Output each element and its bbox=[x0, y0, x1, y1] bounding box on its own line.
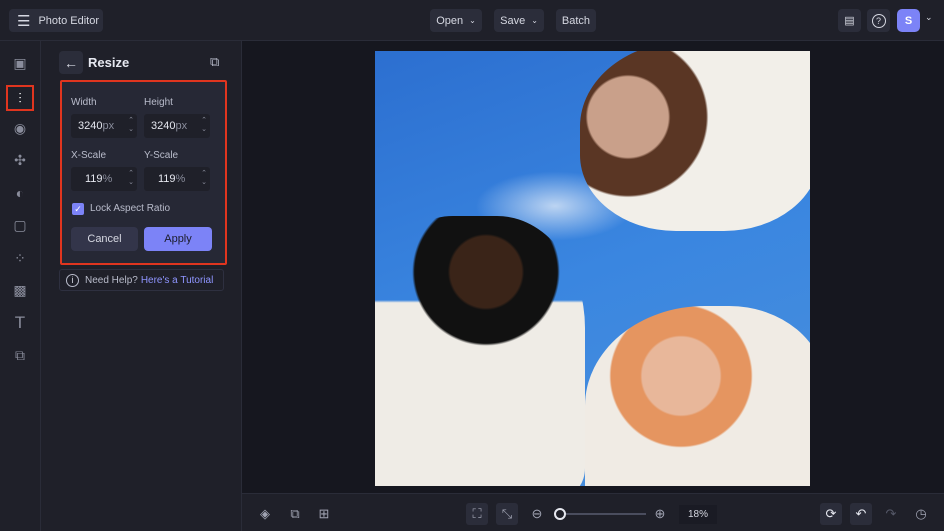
width-value: 3240 bbox=[78, 120, 103, 132]
yscale-label: Y-Scale bbox=[144, 150, 179, 161]
palette-icon[interactable]: ◐ bbox=[10, 183, 30, 203]
tool-rail: ▣ ⫶ ◉ ✣ ◐ ▢ ⁘ ▩ T ⧉ bbox=[0, 41, 41, 531]
unit: % bbox=[102, 173, 113, 185]
width-label: Width bbox=[71, 97, 97, 108]
save-label: Save bbox=[500, 14, 526, 27]
batch-button[interactable]: Batch bbox=[556, 9, 596, 32]
adjust-sliders-icon[interactable]: ⫶ bbox=[6, 85, 34, 111]
text-icon[interactable]: T bbox=[10, 313, 30, 333]
person-top-right bbox=[580, 51, 810, 231]
xscale-value: 119 bbox=[85, 173, 103, 185]
lock-aspect-checkbox[interactable]: ✓ bbox=[72, 203, 84, 215]
yscale-value: 119 bbox=[158, 173, 176, 185]
zoom-in-icon[interactable]: ⊕ bbox=[649, 503, 671, 525]
xscale-input[interactable]: 119% ⌃ ⌄ bbox=[71, 167, 137, 191]
xscale-label: X-Scale bbox=[71, 150, 107, 161]
person-bottom-right bbox=[585, 306, 810, 486]
height-label: Height bbox=[144, 97, 173, 108]
shrink-icon[interactable]: ⤡ bbox=[496, 503, 518, 525]
zoom-out-icon[interactable]: ⊖ bbox=[526, 503, 548, 525]
help-box: i Need Help? Here's a Tutorial bbox=[59, 269, 224, 291]
fit-screen-icon[interactable]: ⛶ bbox=[466, 503, 488, 525]
stepper-icon[interactable]: ⌃ ⌄ bbox=[128, 116, 134, 134]
arrow-left-icon: ← bbox=[64, 54, 78, 71]
app-title: Photo Editor bbox=[38, 14, 99, 27]
duplicate-icon[interactable]: ⧉ bbox=[284, 503, 306, 525]
history-icon[interactable]: ◷ bbox=[910, 503, 932, 525]
texture-icon[interactable]: ▩ bbox=[10, 280, 30, 300]
open-menu[interactable]: Open ⌄ bbox=[430, 9, 482, 32]
save-menu[interactable]: Save ⌄ bbox=[494, 9, 544, 32]
frame-icon[interactable]: ▢ bbox=[10, 215, 30, 235]
comment-icon: ▤ bbox=[844, 15, 855, 27]
redo-icon[interactable]: ↷ bbox=[880, 503, 902, 525]
layers-icon[interactable]: ◈ bbox=[254, 503, 276, 525]
panel-title: Resize bbox=[88, 55, 130, 70]
overlay-icon[interactable]: ⧉ bbox=[10, 345, 30, 365]
unit: px bbox=[102, 120, 115, 132]
effects-sparkle-icon[interactable]: ✣ bbox=[10, 150, 30, 170]
image-icon[interactable]: ▣ bbox=[10, 53, 30, 73]
eye-icon[interactable]: ◉ bbox=[10, 118, 30, 138]
help-icon: ? bbox=[871, 13, 886, 28]
hamburger-icon: ☰ bbox=[17, 12, 31, 30]
chevron-down-icon: ⌄ bbox=[469, 16, 476, 25]
cancel-button[interactable]: Cancel bbox=[71, 227, 138, 251]
unit: % bbox=[175, 173, 186, 185]
person-left bbox=[375, 216, 585, 486]
grid-icon[interactable]: ⊞ bbox=[313, 503, 335, 525]
yscale-input[interactable]: 119% ⌃ ⌄ bbox=[144, 167, 210, 191]
chevron-down-icon[interactable]: ⌄ bbox=[925, 12, 933, 23]
width-input[interactable]: 3240 px ⌃ ⌄ bbox=[71, 114, 137, 138]
height-value: 3240 bbox=[151, 120, 176, 132]
resize-form: Width Height 3240 px ⌃ ⌄ 3240 px ⌃ ⌄ X-Scale Y… bbox=[60, 80, 227, 265]
help-button[interactable]: ? bbox=[867, 9, 890, 32]
shapes-icon[interactable]: ⁘ bbox=[10, 248, 30, 268]
layers-copy-icon[interactable]: ⧉ bbox=[210, 54, 219, 70]
zoom-value[interactable]: 18% bbox=[679, 505, 717, 524]
help-text: Need Help? bbox=[85, 274, 138, 286]
undo-icon[interactable]: ↶ bbox=[850, 503, 872, 525]
apply-button[interactable]: Apply bbox=[144, 227, 212, 251]
stepper-icon[interactable]: ⌃ ⌄ bbox=[201, 116, 207, 134]
avatar[interactable]: S bbox=[897, 9, 920, 32]
canvas-area bbox=[242, 41, 944, 493]
reset-icon[interactable]: ⟳ bbox=[820, 503, 842, 525]
unit: px bbox=[175, 120, 188, 132]
open-label: Open bbox=[436, 14, 464, 27]
chevron-down-icon: ⌄ bbox=[531, 16, 538, 25]
bottom-toolbar: ◈ ⧉ ⊞ ⛶ ⤡ ⊖ ⊕ 18% ⟳ ↶ ↷ ◷ bbox=[242, 493, 944, 531]
batch-label: Batch bbox=[561, 14, 591, 27]
menu-button[interactable]: ☰ Photo Editor bbox=[9, 9, 103, 32]
back-button[interactable]: ← bbox=[59, 51, 83, 74]
stepper-icon[interactable]: ⌃ ⌄ bbox=[128, 169, 134, 187]
top-bar: ☰ Photo Editor Open ⌄ Save ⌄ Batch ▤ ? S ⌄ bbox=[0, 0, 944, 41]
lock-aspect-label: Lock Aspect Ratio bbox=[90, 203, 171, 214]
photo[interactable] bbox=[375, 51, 810, 486]
feedback-button[interactable]: ▤ bbox=[838, 9, 861, 32]
zoom-slider[interactable] bbox=[553, 508, 646, 520]
height-input[interactable]: 3240 px ⌃ ⌄ bbox=[144, 114, 210, 138]
stepper-icon[interactable]: ⌃ ⌄ bbox=[201, 169, 207, 187]
zoom-slider-handle[interactable] bbox=[553, 508, 566, 520]
info-icon: i bbox=[66, 273, 79, 287]
tutorial-link[interactable]: Here's a Tutorial bbox=[141, 275, 214, 286]
